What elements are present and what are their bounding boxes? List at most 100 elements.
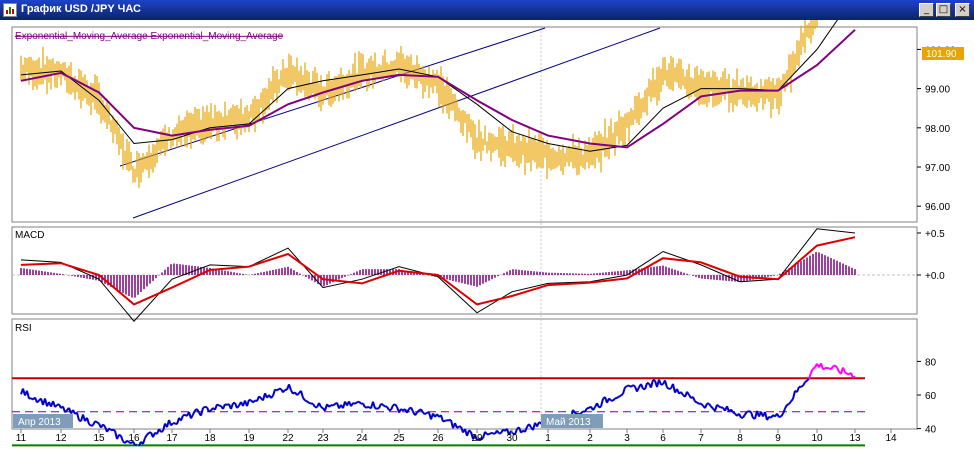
rsi-segment (812, 366, 816, 370)
month-label-apr: Апр 2013 (18, 417, 61, 428)
rsi-y-tick-label: 80 (925, 357, 937, 368)
price-panel-frame (11, 26, 918, 223)
rsi-segment (718, 405, 722, 409)
rsi-segment (224, 403, 228, 406)
rsi-segment (488, 432, 492, 436)
rsi-segment (456, 425, 460, 429)
x-axis-ticks: 11 12 15 16 17 18 19 22 23 24 25 26 29 30 1 2 3 6 7 8 9 10 13 1… (16, 429, 897, 444)
rsi-segment (202, 405, 206, 409)
rsi-segment (716, 403, 720, 408)
rsi-label: RSI (15, 323, 32, 334)
rsi-segment (354, 401, 358, 405)
rsi-segment (490, 431, 494, 435)
rsi-segment (574, 412, 578, 415)
rsi-segment (94, 420, 98, 424)
rsi-segment (96, 421, 100, 425)
rsi-segment (308, 401, 312, 405)
rsi-segment (208, 409, 212, 413)
x-tick-label: 22 (282, 433, 294, 444)
rsi-y-tick-label: 60 (925, 391, 937, 402)
rsi-segment (806, 377, 810, 382)
x-tick-label: 13 (849, 433, 861, 444)
x-tick-label: 29 (471, 433, 483, 444)
x-tick-label: 16 (128, 433, 140, 444)
rsi-segment (800, 384, 804, 388)
macd-y-tick-label: +0.5 (925, 229, 945, 240)
rsi-segment (120, 435, 124, 442)
macd-y-ticks: +0.5 +0.0 (917, 229, 945, 282)
x-tick-label: 1 (545, 433, 551, 444)
rsi-segment (804, 379, 808, 383)
chart-area[interactable]: Exponential_Moving_Average Exponential_M… (0, 20, 974, 459)
rsi-segment (444, 419, 448, 422)
x-tick-label: 11 (16, 433, 27, 444)
rsi-segment (276, 387, 280, 392)
x-tick-label: 24 (356, 433, 368, 444)
price-y-tick-label: 98.00 (925, 124, 950, 135)
rsi-segment (732, 411, 736, 415)
rsi-segment (252, 399, 256, 404)
rsi-segment (822, 367, 826, 371)
rsi-panel-frame (11, 318, 918, 430)
rsi-segment (320, 406, 324, 410)
x-tick-label: 6 (660, 433, 666, 444)
rsi-segment (160, 430, 164, 433)
rsi-segment (598, 405, 602, 409)
x-tick-label: 19 (243, 433, 255, 444)
chart-svg[interactable]: Exponential_Moving_Average Exponential_M… (0, 20, 974, 459)
rsi-segment (786, 403, 790, 406)
rsi-segment (142, 437, 146, 445)
price-y-tick-label: 99.00 (925, 85, 950, 96)
rsi-segment (118, 433, 122, 437)
rsi-segment (496, 429, 500, 435)
rsi-segment (468, 429, 472, 433)
x-tick-label: 3 (624, 433, 630, 444)
rsi-segment (306, 400, 310, 404)
rsi-segment (442, 419, 446, 423)
rsi-segment (144, 434, 148, 439)
rsi-segment (380, 402, 384, 406)
x-tick-label: 12 (55, 433, 67, 444)
rsi-segment (376, 407, 380, 410)
x-tick-label: 10 (811, 433, 823, 444)
rsi-segment (204, 405, 208, 409)
rsi-segment (332, 403, 336, 407)
macd-label: MACD (15, 230, 44, 241)
macd-y-tick-label: +0.0 (925, 271, 945, 282)
x-tick-label: 18 (204, 433, 216, 444)
x-tick-label: 15 (93, 433, 105, 444)
x-tick-label: 8 (737, 433, 743, 444)
window-title: График USD /JPY ЧАС (21, 3, 141, 15)
rsi-segment (666, 386, 670, 390)
app-chart-icon (3, 3, 17, 17)
rsi-segment (216, 403, 220, 407)
price-y-tick-label: 97.00 (925, 163, 950, 174)
maximize-button[interactable]: □ (936, 3, 951, 17)
rsi-segment (124, 440, 128, 444)
month-label-may: Май 2013 (546, 417, 591, 428)
rsi-segment (710, 405, 714, 410)
rsi-segment (844, 371, 848, 375)
rsi-segment (620, 393, 624, 397)
minimize-button[interactable]: _ (919, 3, 934, 17)
last-price-label: 101.90 (926, 49, 957, 60)
rsi-segment (296, 392, 300, 396)
rsi-segment (258, 395, 262, 399)
rsi-segment (146, 431, 150, 436)
rsi-segment (538, 421, 542, 424)
rsi-segment (304, 399, 308, 403)
x-tick-label: 25 (393, 433, 405, 444)
window-titlebar: График USD /JPY ЧАС _ □ × (0, 0, 974, 20)
rsi-segment (158, 428, 162, 433)
price-y-tick-label: 96.00 (925, 202, 950, 213)
x-tick-label: 26 (432, 433, 444, 444)
x-tick-label: 14 (885, 433, 897, 444)
rsi-segment (88, 423, 92, 427)
x-tick-label: 7 (698, 433, 704, 444)
price-legend: Exponential_Moving_Average Exponential_M… (15, 31, 284, 42)
rsi-segment (382, 404, 386, 408)
rsi-segment (424, 411, 428, 415)
rsi-segment (616, 395, 620, 399)
rsi-segment (632, 384, 636, 388)
close-button[interactable]: × (955, 3, 970, 17)
